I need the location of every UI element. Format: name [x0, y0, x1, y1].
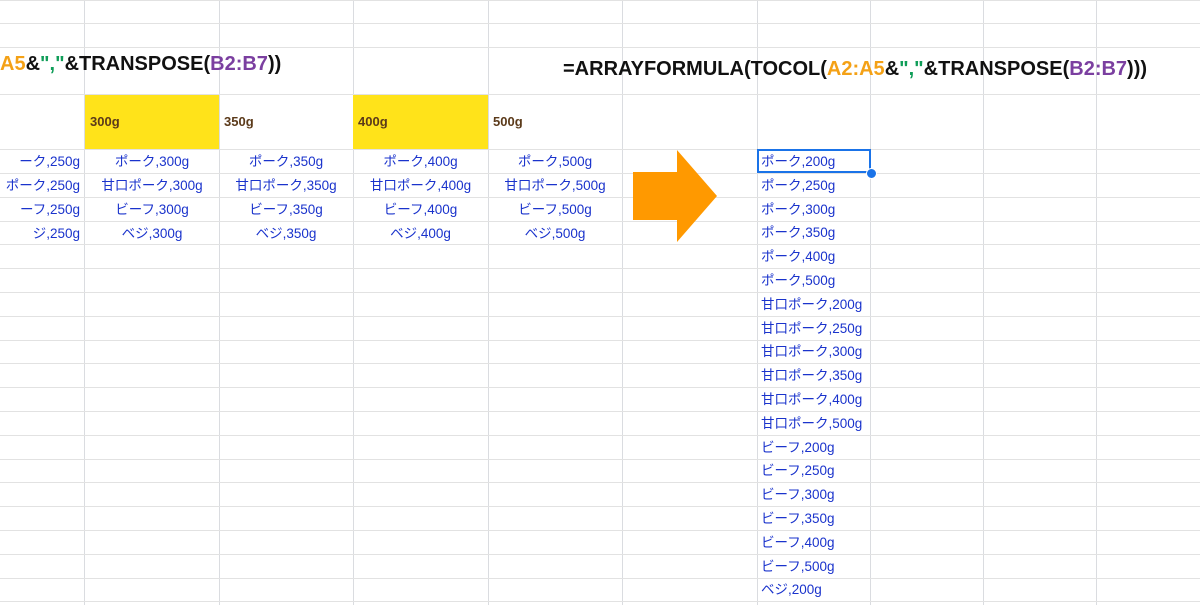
row-gridline	[0, 435, 1200, 436]
header-cell-350g[interactable]: 350g	[219, 95, 353, 149]
column-gridline	[1096, 0, 1097, 605]
formula-segment: =ARRAYFORMULA(TOCOL(	[563, 58, 827, 80]
row-gridline	[0, 459, 1200, 460]
result-cell[interactable]: ビーフ,350g	[758, 507, 908, 531]
header-cell-500g[interactable]: 500g	[488, 95, 622, 149]
grid-cell[interactable]: 甘口ポーク,350g	[219, 174, 353, 198]
grid-cell[interactable]: ジ,250g	[0, 222, 84, 246]
row-gridline	[0, 340, 1200, 341]
row-gridline	[0, 268, 1200, 269]
selected-cell-border	[757, 149, 871, 173]
row-gridline	[0, 506, 1200, 507]
column-gridline	[84, 0, 85, 605]
formula-segment: &TRANSPOSE(	[64, 53, 211, 75]
grid-cell[interactable]: ビーフ,300g	[85, 198, 219, 222]
right-arrow-icon	[633, 150, 717, 242]
result-cell[interactable]: 甘口ポーク,300g	[758, 340, 908, 364]
formula-text-right[interactable]: =ARRAYFORMULA(TOCOL(A2:A5&","&TRANSPOSE(…	[563, 56, 1147, 82]
grid-cell[interactable]: ポーク,500g	[488, 150, 622, 174]
column-gridline	[488, 0, 489, 605]
grid-cell[interactable]: ーク,250g	[0, 150, 84, 174]
result-cell[interactable]: 甘口ポーク,200g	[758, 293, 908, 317]
formula-segment: A5	[0, 53, 26, 75]
grid-cell[interactable]: ポーク,350g	[219, 150, 353, 174]
result-cell[interactable]: 甘口ポーク,400g	[758, 388, 908, 412]
result-cell[interactable]: ビーフ,200g	[758, 436, 908, 460]
grid-cell[interactable]: 甘口ポーク,400g	[353, 174, 488, 198]
result-cell[interactable]: ベジ,200g	[758, 578, 908, 602]
result-cell[interactable]: ポーク,500g	[758, 269, 908, 293]
row-gridline	[0, 23, 1200, 24]
formula-segment: B2:B7	[1069, 58, 1128, 80]
row-gridline	[0, 601, 1200, 602]
spreadsheet-grid[interactable]: A5&","&TRANSPOSE(B2:B7)) =ARRAYFORMULA(T…	[0, 0, 1200, 605]
grid-cell[interactable]: ビーフ,350g	[219, 198, 353, 222]
row-gridline	[0, 554, 1200, 555]
formula-segment: )))	[1127, 58, 1148, 80]
result-cell[interactable]: ビーフ,300g	[758, 483, 908, 507]
result-cell[interactable]: 甘口ポーク,500g	[758, 412, 908, 436]
formula-segment: ","	[899, 58, 924, 80]
column-gridline	[353, 0, 354, 605]
row-gridline	[0, 0, 1200, 1]
grid-cell[interactable]: ビーフ,400g	[353, 198, 488, 222]
row-gridline	[0, 292, 1200, 293]
formula-segment: ","	[40, 53, 65, 75]
result-cell[interactable]: ポーク,250g	[758, 174, 908, 198]
result-cell[interactable]: ポーク,350g	[758, 221, 908, 245]
grid-cell[interactable]: ポーク,300g	[85, 150, 219, 174]
formula-segment: &	[884, 58, 900, 80]
header-cell-400g[interactable]: 400g	[353, 95, 488, 149]
grid-cell[interactable]: 甘口ポーク,300g	[85, 174, 219, 198]
row-gridline	[0, 578, 1200, 579]
formula-text-left[interactable]: A5&","&TRANSPOSE(B2:B7))	[0, 51, 281, 77]
row-gridline	[0, 530, 1200, 531]
grid-cell[interactable]: ビーフ,500g	[488, 198, 622, 222]
grid-cell[interactable]: 甘口ポーク,500g	[488, 174, 622, 198]
row-gridline	[0, 316, 1200, 317]
row-gridline	[0, 47, 1200, 48]
result-cell[interactable]: ポーク,400g	[758, 245, 908, 269]
grid-cell[interactable]: ベジ,350g	[219, 222, 353, 246]
row-gridline	[0, 387, 1200, 388]
formula-segment: A2:A5	[826, 58, 885, 80]
grid-cell[interactable]: ポーク,400g	[353, 150, 488, 174]
formula-segment: ))	[267, 53, 282, 75]
row-gridline	[0, 363, 1200, 364]
column-gridline	[983, 0, 984, 605]
result-cell[interactable]: ビーフ,250g	[758, 459, 908, 483]
header-cell-300g[interactable]: 300g	[85, 95, 219, 149]
grid-cell[interactable]: ベジ,400g	[353, 222, 488, 246]
result-cell[interactable]: 甘口ポーク,350g	[758, 364, 908, 388]
grid-cell[interactable]: ーフ,250g	[0, 198, 84, 222]
grid-cell[interactable]: ベジ,300g	[85, 222, 219, 246]
row-gridline	[0, 411, 1200, 412]
result-cell[interactable]: ポーク,300g	[758, 198, 908, 222]
formula-segment: &TRANSPOSE(	[923, 58, 1070, 80]
row-gridline	[0, 482, 1200, 483]
column-gridline	[622, 0, 623, 605]
fill-handle[interactable]	[866, 168, 877, 179]
formula-segment: &	[25, 53, 41, 75]
column-gridline	[219, 0, 220, 605]
result-cell[interactable]: ビーフ,500g	[758, 555, 908, 579]
grid-cell[interactable]: ポーク,250g	[0, 174, 84, 198]
result-cell[interactable]: ビーフ,400g	[758, 531, 908, 555]
formula-segment: B2:B7	[210, 53, 268, 75]
grid-cell[interactable]: ベジ,500g	[488, 222, 622, 246]
result-cell[interactable]: 甘口ポーク,250g	[758, 317, 908, 341]
